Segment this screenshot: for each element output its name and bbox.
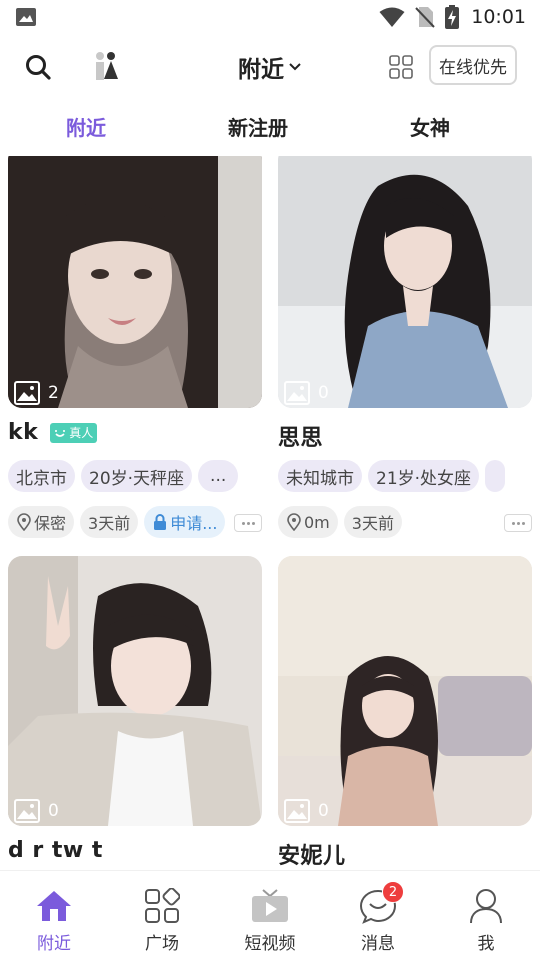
meta-row: 保密 3天前 申请... [8, 506, 262, 538]
image-icon [14, 799, 40, 823]
nav-label: 附近 [37, 934, 71, 954]
smile-icon [55, 429, 66, 437]
user-name: 安妮儿 [278, 844, 346, 869]
age-zodiac-tag: 20岁·天秤座 [81, 460, 193, 492]
photo-count-value: 0 [318, 801, 329, 821]
photo-count-value: 0 [48, 801, 59, 821]
distance-value: 保密 [34, 514, 67, 533]
user-card[interactable]: 2 kk 真人 北京市 20岁·天秤座 ... 保密 3天前 申请... [8, 156, 262, 546]
distance-value: 0m [304, 512, 330, 532]
more-tags [485, 460, 506, 492]
battery-charging-icon [445, 5, 460, 29]
user-card[interactable]: 0 思思 未知城市 21岁·处女座 0m 3天前 [278, 156, 532, 546]
user-photo[interactable]: 0 [8, 556, 262, 826]
last-active-tag: 3天前 [80, 506, 139, 538]
more-options-button[interactable] [234, 514, 262, 532]
location-pin-icon [287, 513, 301, 531]
more-tags: ... [198, 460, 239, 492]
user-photo[interactable]: 2 [8, 156, 262, 408]
nav-me[interactable]: 我 [446, 887, 526, 954]
photo-placeholder [8, 556, 262, 826]
real-person-badge: 真人 [50, 422, 98, 443]
online-first-button[interactable]: 在线优先 [429, 45, 517, 85]
user-name: d r tw t [8, 838, 103, 863]
tab-new-register[interactable]: 新注册 [228, 112, 288, 141]
nav-nearby[interactable]: 附近 [14, 887, 94, 954]
nav-messages[interactable]: 2 消息 [338, 881, 418, 954]
user-name: kk [8, 420, 39, 445]
apps-icon [142, 887, 182, 925]
tv-icon [250, 887, 290, 925]
nav-label: 我 [477, 934, 495, 954]
apply-label: 申请... [170, 514, 218, 533]
lock-icon [154, 514, 167, 530]
photo-placeholder [278, 156, 532, 408]
unread-badge: 2 [382, 881, 404, 903]
tag-row: 北京市 20岁·天秤座 ... [8, 460, 262, 492]
location-dropdown[interactable]: 附近 [238, 50, 302, 84]
tag-row: 未知城市 21岁·处女座 [278, 460, 532, 492]
nav-square[interactable]: 广场 [122, 887, 202, 954]
photo-count-value: 2 [48, 383, 59, 403]
distance-tag: 保密 [8, 506, 75, 538]
more-options-button[interactable] [504, 514, 532, 532]
image-icon [14, 381, 40, 405]
nav-label: 短视频 [244, 934, 296, 954]
apply-button[interactable]: 申请... [144, 506, 226, 538]
photo-count: 2 [12, 378, 67, 408]
tab-bar: 附近 新注册 女神 [0, 104, 540, 150]
user-card[interactable]: 0 安妮儿 [278, 556, 532, 870]
wifi-icon [379, 7, 405, 27]
grid-icon [389, 55, 413, 79]
meta-row: 0m 3天前 [278, 506, 532, 538]
tab-nearby[interactable]: 附近 [66, 112, 106, 141]
photo-count-value: 0 [318, 383, 329, 403]
user-card[interactable]: 0 d r tw t [8, 556, 262, 870]
nav-label: 广场 [145, 934, 179, 954]
user-feed: 2 kk 真人 北京市 20岁·天秤座 ... 保密 3天前 申请... 0 思… [0, 156, 540, 870]
name-row: 安妮儿 [278, 838, 346, 870]
name-row: d r tw t [8, 838, 103, 863]
no-sim-icon [415, 7, 435, 28]
name-row: kk 真人 [8, 420, 98, 445]
name-row: 思思 [278, 420, 323, 452]
layout-toggle-button[interactable] [386, 52, 416, 82]
user-name: 思思 [278, 426, 324, 451]
page-title: 附近 [238, 57, 284, 83]
photo-count: 0 [282, 796, 337, 826]
photo-count: 0 [12, 796, 67, 826]
photo-placeholder [8, 156, 262, 408]
user-photo[interactable]: 0 [278, 156, 532, 408]
bottom-nav: 附近 广场 短视频 2 消息 我 [0, 870, 540, 960]
photo-placeholder [278, 556, 532, 826]
nav-label: 消息 [361, 934, 395, 954]
last-active-tag: 3天前 [343, 506, 402, 538]
status-bar: 10:01 [0, 0, 540, 36]
chevron-down-icon [289, 63, 301, 71]
user-photo[interactable]: 0 [278, 556, 532, 826]
city-tag: 未知城市 [278, 460, 362, 492]
distance-tag: 0m [278, 506, 338, 538]
age-zodiac-tag: 21岁·处女座 [368, 460, 480, 492]
image-icon [284, 799, 310, 823]
location-pin-icon [17, 513, 31, 531]
home-icon [34, 887, 74, 925]
image-notification-icon [16, 8, 36, 26]
user-icon [466, 887, 506, 925]
city-tag: 北京市 [8, 460, 75, 492]
real-badge-label: 真人 [69, 426, 94, 440]
top-bar: 附近 在线优先 [0, 40, 540, 94]
tab-goddess[interactable]: 女神 [410, 112, 450, 141]
image-icon [284, 381, 310, 405]
chat-icon: 2 [358, 881, 404, 925]
photo-count: 0 [282, 378, 337, 408]
clock: 10:01 [471, 6, 526, 28]
nav-short-video[interactable]: 短视频 [230, 887, 310, 954]
